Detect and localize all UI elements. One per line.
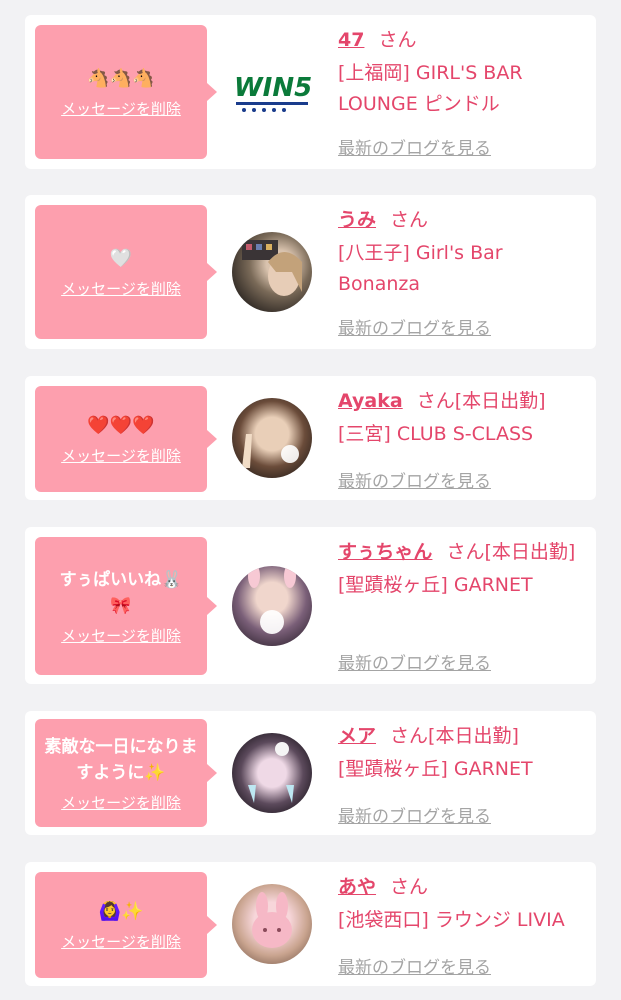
cast-name-link[interactable]: あや xyxy=(338,876,376,898)
work-status: [本日出勤] xyxy=(484,541,576,563)
shop-name: [聖蹟桜ヶ丘] GARNET xyxy=(338,574,533,596)
message-bubble: 🤍 メッセージを削除 xyxy=(35,205,217,339)
cast-name-link[interactable]: メア xyxy=(338,725,376,747)
honorific: さん xyxy=(416,390,455,412)
message-text: ❤️❤️❤️ xyxy=(87,414,155,436)
work-status: [本日出勤] xyxy=(454,390,546,412)
name-line: 47 さん xyxy=(338,25,588,55)
delete-message-link[interactable]: メッセージを削除 xyxy=(61,931,181,952)
delete-message-link[interactable]: メッセージを削除 xyxy=(61,445,181,466)
message-text: 🐴🐴🐴 xyxy=(87,67,155,89)
delete-message-link[interactable]: メッセージを削除 xyxy=(61,98,181,119)
message-bubble: 🐴🐴🐴 メッセージを削除 xyxy=(35,25,217,159)
cast-name-link[interactable]: Ayaka xyxy=(338,390,403,412)
cast-name-link[interactable]: すぅちゃん xyxy=(338,541,432,563)
cast-info: 47 さん [上福岡] GIRL'S BAR LOUNGE ピンドル xyxy=(338,25,588,120)
message-card: 🤍 メッセージを削除 うみ さん [八王子] Girl's Bar Bonanza… xyxy=(25,195,596,349)
message-text: 🤍 xyxy=(109,247,133,269)
shop-name: [池袋西口] ラウンジ LIVIA xyxy=(338,909,565,931)
message-bubble: すぅぱいいね🐰 🎀 メッセージを削除 xyxy=(35,537,217,675)
message-list: 🐴🐴🐴 メッセージを削除 WIN5 47 さん [上福岡] GIRL'S BAR … xyxy=(0,0,621,1000)
cast-name-link[interactable]: 47 xyxy=(338,29,364,51)
name-line: Ayaka さん[本日出勤] xyxy=(338,386,588,416)
cast-info: メア さん[本日出勤] [聖蹟桜ヶ丘] GARNET xyxy=(338,721,588,785)
cast-info: Ayaka さん[本日出勤] [三宮] CLUB S-CLASS xyxy=(338,386,588,450)
honorific: さん xyxy=(390,876,429,898)
honorific: さん xyxy=(390,209,429,231)
latest-blog-link[interactable]: 最新のブログを見る xyxy=(338,467,491,492)
girl-photo-avatar[interactable] xyxy=(232,232,312,312)
latest-blog-link[interactable]: 最新のブログを見る xyxy=(338,649,491,674)
shop-name: [三宮] CLUB S-CLASS xyxy=(338,423,534,445)
girl-photo-avatar[interactable] xyxy=(232,398,312,478)
message-card: すぅぱいいね🐰 🎀 メッセージを削除 すぅちゃん さん[本日出勤] [聖蹟桜ヶ丘]… xyxy=(25,527,596,684)
shop-name: [聖蹟桜ヶ丘] GARNET xyxy=(338,758,533,780)
honorific: さん xyxy=(390,725,429,747)
cast-name-link[interactable]: うみ xyxy=(338,209,376,231)
delete-message-link[interactable]: メッセージを削除 xyxy=(61,278,181,299)
work-status: [本日出勤] xyxy=(428,725,519,747)
latest-blog-link[interactable]: 最新のブログを見る xyxy=(338,314,491,339)
shop-name: [八王子] Girl's Bar Bonanza xyxy=(338,242,503,295)
latest-blog-link[interactable]: 最新のブログを見る xyxy=(338,802,491,827)
message-text: すぅぱいいね🐰 🎀 xyxy=(59,569,183,616)
honorific: さん xyxy=(446,541,485,563)
message-card: ❤️❤️❤️ メッセージを削除 Ayaka さん[本日出勤] [三宮] CLUB … xyxy=(25,376,596,500)
delete-message-link[interactable]: メッセージを削除 xyxy=(61,625,181,646)
delete-message-link[interactable]: メッセージを削除 xyxy=(61,792,181,813)
latest-blog-link[interactable]: 最新のブログを見る xyxy=(338,134,491,159)
message-card: 素敵な一日になりますように✨ メッセージを削除 メア さん[本日出勤] [聖蹟桜ヶ… xyxy=(25,711,596,835)
girl-photo-avatar[interactable] xyxy=(232,566,312,646)
message-card: 🙆‍♀️✨ メッセージを削除 あや さん [池袋西口] ラウンジ LIVIA 最新… xyxy=(25,862,596,986)
win5-logo-text: WIN5 xyxy=(234,73,312,103)
message-bubble: 素敵な一日になりますように✨ メッセージを削除 xyxy=(35,719,217,827)
cast-info: あや さん [池袋西口] ラウンジ LIVIA xyxy=(338,872,588,936)
win5-logo[interactable]: WIN5 xyxy=(232,52,312,132)
message-bubble: ❤️❤️❤️ メッセージを削除 xyxy=(35,386,217,492)
honorific: さん xyxy=(378,29,417,51)
message-text: 素敵な一日になりますように✨ xyxy=(44,736,198,783)
girl-photo-avatar[interactable] xyxy=(232,884,312,964)
message-text: 🙆‍♀️✨ xyxy=(98,900,144,922)
cast-info: うみ さん [八王子] Girl's Bar Bonanza xyxy=(338,205,588,300)
message-bubble: 🙆‍♀️✨ メッセージを削除 xyxy=(35,872,217,978)
name-line: うみ さん xyxy=(338,205,588,235)
name-line: あや さん xyxy=(338,872,588,902)
message-card: 🐴🐴🐴 メッセージを削除 WIN5 47 さん [上福岡] GIRL'S BAR … xyxy=(25,15,596,169)
shop-name: [上福岡] GIRL'S BAR LOUNGE ピンドル xyxy=(338,62,523,115)
latest-blog-link[interactable]: 最新のブログを見る xyxy=(338,953,491,978)
win5-logo-image: WIN5 xyxy=(234,73,312,112)
cast-info: すぅちゃん さん[本日出勤] [聖蹟桜ヶ丘] GARNET xyxy=(338,537,588,601)
name-line: すぅちゃん さん[本日出勤] xyxy=(338,537,588,567)
name-line: メア さん[本日出勤] xyxy=(338,721,588,751)
girl-photo-avatar[interactable] xyxy=(232,733,312,813)
